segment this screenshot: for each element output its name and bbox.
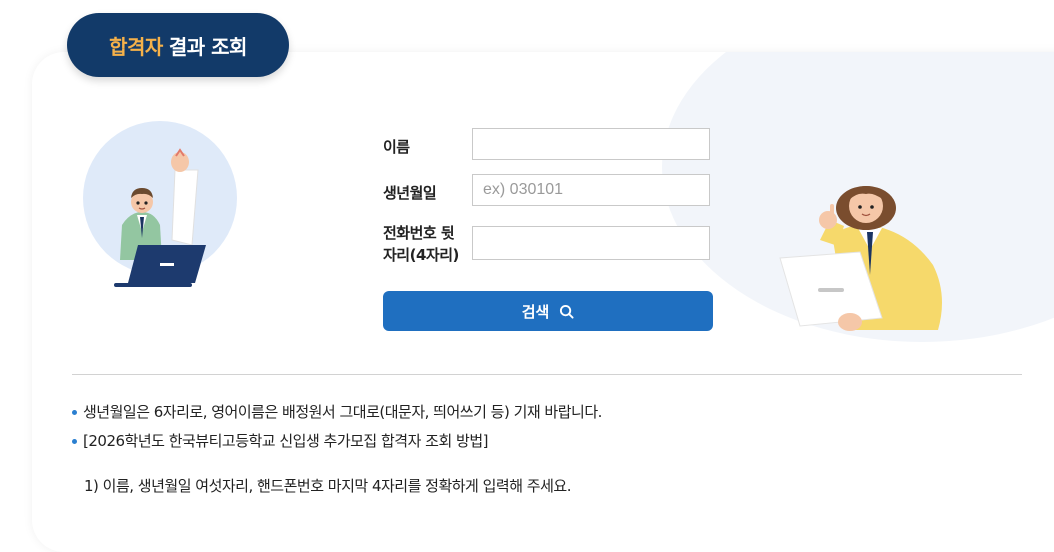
title-highlight: 합격자 [109, 34, 163, 59]
search-button-label: 검색 [521, 302, 550, 321]
notice-item: [2026학년도 한국뷰티고등학교 신입생 추가모집 합격자 조회 방법] [72, 427, 1032, 456]
woman-paper-illustration [779, 186, 942, 331]
instruction-step-1: 1) 이름, 생년월일 여섯자리, 핸드폰번호 마지막 4자리를 정확하게 입력… [84, 477, 571, 495]
notice-item: 생년월일은 6자리로, 영어이름은 배정원서 그대로(대문자, 띄어쓰기 등) … [72, 398, 1032, 427]
birthdate-label: 생년월일 [383, 184, 437, 202]
notice-text: [2026학년도 한국뷰티고등학교 신입생 추가모집 합격자 조회 방법] [83, 432, 489, 450]
phone-label-line2: 자리(4자리) [383, 246, 459, 264]
phone-last4-input[interactable] [472, 226, 710, 260]
birthdate-input[interactable] [472, 174, 710, 206]
search-icon [560, 304, 574, 319]
notice-text: 생년월일은 6자리로, 영어이름은 배정원서 그대로(대문자, 띄어쓰기 등) … [83, 403, 602, 421]
search-button[interactable]: 검색 [383, 291, 713, 331]
phone-label: 전화번호 뒷 자리(4자리) [383, 222, 459, 266]
name-label: 이름 [383, 138, 410, 156]
notice-list: 생년월일은 6자리로, 영어이름은 배정원서 그대로(대문자, 띄어쓰기 등) … [72, 398, 1032, 456]
name-input[interactable] [472, 128, 710, 160]
phone-label-line1: 전화번호 뒷 [383, 224, 455, 242]
bullet-icon [72, 410, 77, 415]
section-divider [72, 374, 1022, 375]
bullet-icon [72, 439, 77, 444]
man-laptop-illustration [83, 121, 237, 287]
page-title-tab: 합격자 결과 조회 [67, 13, 289, 77]
title-text: 결과 조회 [168, 34, 248, 59]
